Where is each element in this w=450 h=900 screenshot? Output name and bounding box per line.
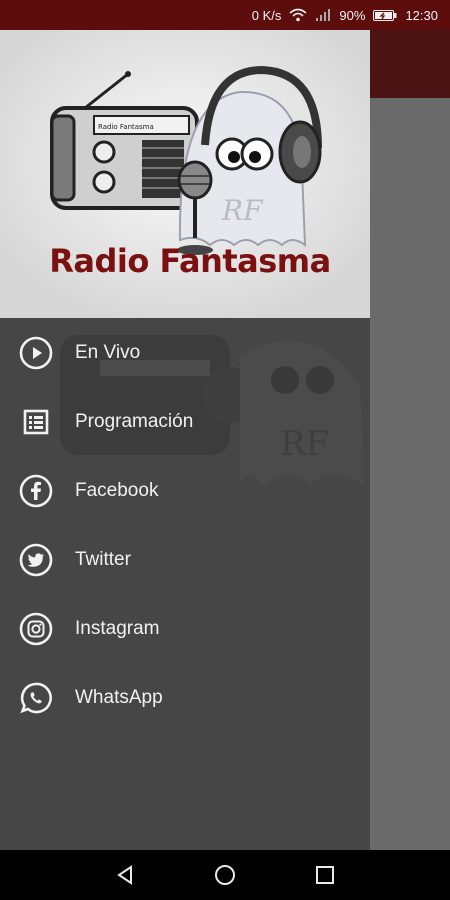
menu-item-label: Twitter <box>75 548 131 570</box>
battery-percent: 90% <box>339 7 366 23</box>
facebook-icon <box>19 474 53 507</box>
play-circle-icon <box>19 336 53 369</box>
whatsapp-icon <box>20 682 52 713</box>
menu-item-en-vivo[interactable]: En Vivo <box>0 318 370 387</box>
battery-level: 90% <box>339 8 365 23</box>
menu-item-twitter[interactable]: Twitter <box>0 525 370 594</box>
clock: 12:30 <box>405 7 438 23</box>
wifi-icon <box>289 8 307 22</box>
back-button[interactable] <box>105 855 145 895</box>
status-bar: 0 K/s 90% 12:30 <box>0 0 450 30</box>
system-nav-bar <box>0 850 450 900</box>
brand-name: Radio Fantasma <box>49 242 331 280</box>
list-icon <box>23 409 49 434</box>
menu-item-label: Instagram <box>75 617 160 639</box>
menu-item-label: Facebook <box>75 479 159 501</box>
twitter-icon <box>19 543 53 576</box>
home-button[interactable] <box>205 855 245 895</box>
menu-item-label: En Vivo <box>75 341 141 363</box>
signal-icon <box>315 8 331 22</box>
menu-item-whatsapp[interactable]: WhatsApp <box>0 663 370 732</box>
radio-dial-text: Radio Fantasma <box>98 123 154 131</box>
back-icon <box>117 865 132 885</box>
drawer-header: Radio Fantasma RF Radio Fantasma <box>0 30 370 318</box>
battery-icon <box>373 9 397 22</box>
menu-item-label: Programación <box>75 410 194 432</box>
network-speed: 0 K/s <box>251 7 282 23</box>
home-icon <box>215 865 235 885</box>
menu-item-programacion[interactable]: Programación <box>0 387 370 456</box>
recents-button[interactable] <box>305 855 345 895</box>
logo-monogram: RF <box>221 194 264 227</box>
drawer-menu: En Vivo Programación Facebook Twitter In… <box>0 318 370 732</box>
recents-icon <box>316 866 334 884</box>
menu-item-facebook[interactable]: Facebook <box>0 456 370 525</box>
menu-item-instagram[interactable]: Instagram <box>0 594 370 663</box>
instagram-icon <box>19 612 53 645</box>
menu-item-label: WhatsApp <box>75 686 163 708</box>
navigation-drawer: RF Radio Fantasma RF Radio Fantasma En V… <box>0 30 370 850</box>
